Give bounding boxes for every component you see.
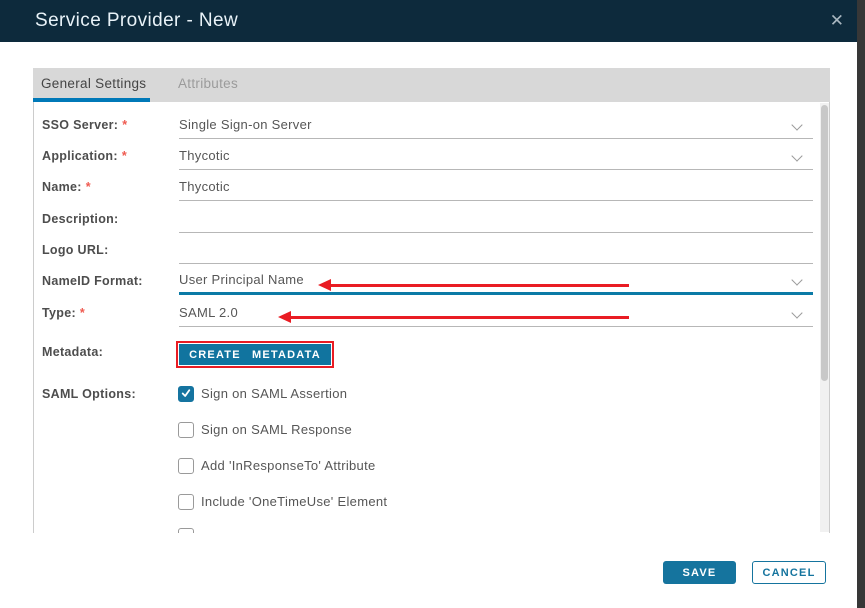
checkbox-row-partial[interactable] [178, 528, 194, 533]
scrollbar-thumb[interactable] [821, 105, 828, 381]
label-text: NameID Format: [42, 274, 143, 288]
chevron-down-icon[interactable] [791, 119, 803, 131]
tab-bar: General Settings Attributes [33, 68, 830, 102]
label-text: Name: [42, 180, 82, 194]
required-asterisk: * [79, 306, 86, 320]
nameid-format-label: NameID Format: [42, 268, 143, 294]
sso-server-select[interactable]: Single Sign-on Server [179, 112, 813, 139]
description-label: Description: [42, 206, 119, 232]
cancel-button[interactable]: CANCEL [752, 561, 826, 584]
checkbox-label[interactable]: Add 'InResponseTo' Attribute [201, 458, 376, 474]
checkbox-label[interactable]: Sign on SAML Assertion [201, 386, 347, 402]
logo-url-input[interactable] [179, 237, 813, 264]
label-text: Logo URL: [42, 243, 109, 257]
type-label: Type: * [42, 300, 85, 326]
name-label: Name: * [42, 174, 91, 200]
name-input[interactable]: Thycotic [179, 174, 813, 201]
application-select[interactable]: Thycotic [179, 143, 813, 170]
label-text: SAML Options: [42, 387, 136, 401]
field-row-type: Type: * SAML 2.0 [34, 300, 829, 328]
checkbox-unchecked[interactable] [178, 458, 194, 474]
label-text: Metadata: [42, 345, 104, 359]
checkbox-row-onetimeuse[interactable]: Include 'OneTimeUse' Element [178, 494, 387, 510]
dialog-header: Service Provider - New ✕ [0, 0, 857, 42]
description-input[interactable] [179, 206, 813, 233]
label-text: Description: [42, 212, 119, 226]
label-text: SSO Server: [42, 118, 119, 132]
label-text: Application: [42, 149, 118, 163]
field-row-saml-options: SAML Options: [34, 381, 829, 409]
nameid-format-select[interactable]: User Principal Name [179, 268, 813, 295]
annotation-arrow-type [278, 311, 629, 323]
general-settings-panel: SSO Server: * Single Sign-on Server Appli… [33, 102, 830, 533]
application-value: Thycotic [179, 148, 230, 163]
save-button[interactable]: SAVE [663, 561, 736, 584]
required-asterisk: * [121, 149, 127, 163]
checkbox-unchecked[interactable] [178, 422, 194, 438]
name-value: Thycotic [179, 179, 230, 194]
chevron-down-icon[interactable] [791, 150, 803, 162]
checkbox-unchecked[interactable] [178, 528, 194, 533]
tab-attributes[interactable]: Attributes [178, 68, 238, 102]
annotation-red-box: CREATE METADATA [176, 341, 334, 368]
field-row-metadata: Metadata: [34, 339, 829, 367]
field-row-logo-url: Logo URL: [34, 237, 829, 265]
field-row-nameid-format: NameID Format: User Principal Name [34, 268, 829, 296]
annotation-arrow-nameid [318, 279, 629, 291]
scrollbar-track[interactable] [820, 103, 829, 532]
type-select[interactable]: SAML 2.0 [179, 300, 813, 327]
create-metadata-button[interactable]: CREATE METADATA [179, 344, 331, 365]
field-row-name: Name: * Thycotic [34, 174, 829, 202]
required-asterisk: * [122, 118, 128, 132]
sso-server-value: Single Sign-on Server [179, 117, 312, 132]
checkbox-row-sign-response[interactable]: Sign on SAML Response [178, 422, 352, 438]
sso-server-label: SSO Server: * [42, 112, 127, 138]
checkbox-row-sign-assertion[interactable]: Sign on SAML Assertion [178, 386, 347, 402]
check-icon [181, 389, 191, 397]
field-row-application: Application: * Thycotic [34, 143, 829, 171]
checkbox-label[interactable]: Sign on SAML Response [201, 422, 352, 438]
metadata-label: Metadata: [42, 339, 103, 365]
application-label: Application: * [42, 143, 127, 169]
required-asterisk: * [85, 180, 91, 194]
logo-url-label: Logo URL: [42, 237, 109, 263]
type-value: SAML 2.0 [179, 305, 239, 320]
background-edge-strip [857, 0, 865, 608]
field-row-sso-server: SSO Server: * Single Sign-on Server [34, 112, 829, 140]
chevron-down-icon[interactable] [791, 274, 803, 286]
tab-general-settings[interactable]: General Settings [41, 68, 146, 102]
close-icon[interactable]: ✕ [830, 0, 844, 42]
checkbox-label[interactable]: Include 'OneTimeUse' Element [201, 494, 387, 510]
checkbox-unchecked[interactable] [178, 494, 194, 510]
label-text: Type: [42, 306, 76, 320]
field-row-description: Description: [34, 206, 829, 234]
checkbox-checked[interactable] [178, 386, 194, 402]
checkbox-row-inresponseto[interactable]: Add 'InResponseTo' Attribute [178, 458, 376, 474]
chevron-down-icon[interactable] [791, 307, 803, 319]
saml-options-label: SAML Options: [42, 381, 136, 407]
nameid-format-value: User Principal Name [179, 272, 304, 287]
dialog-title: Service Provider - New [35, 10, 239, 31]
